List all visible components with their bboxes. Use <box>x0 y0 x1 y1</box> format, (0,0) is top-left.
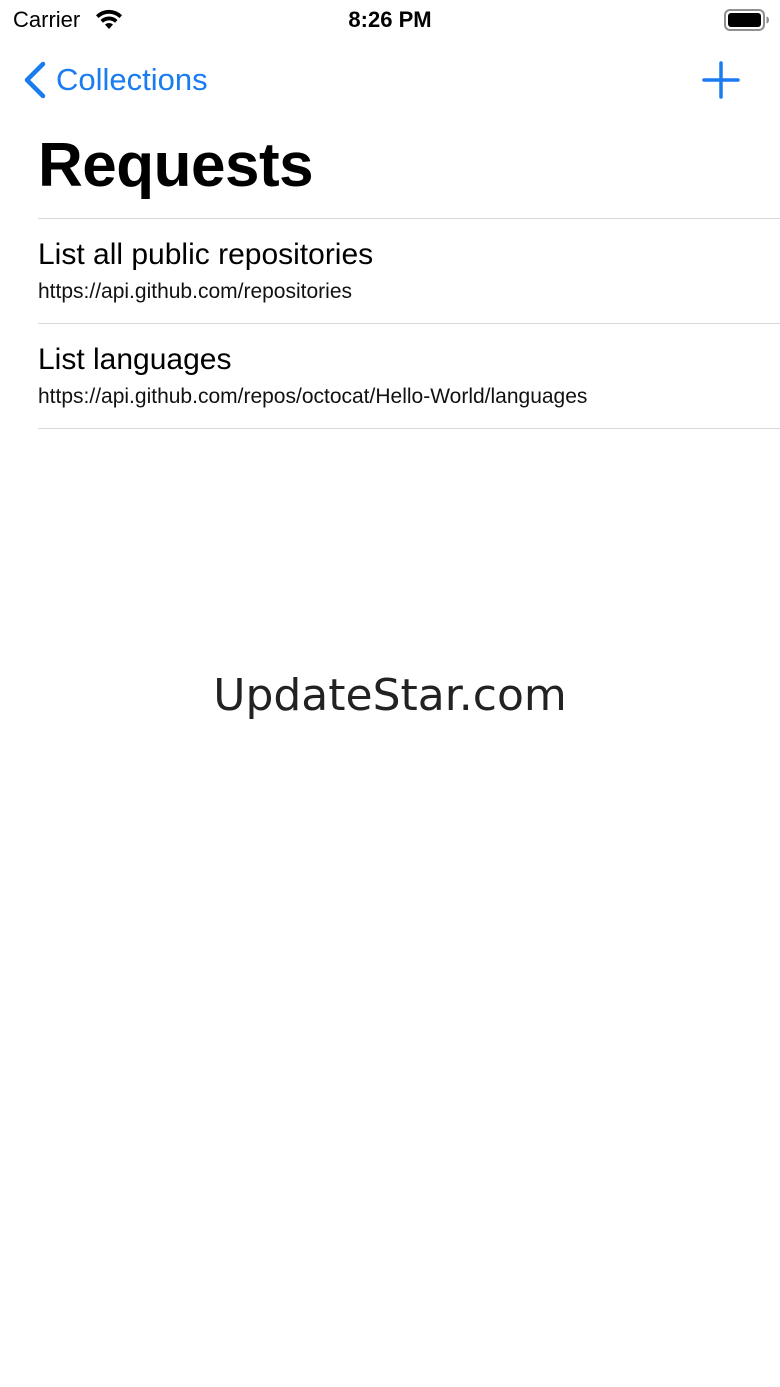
chevron-left-icon <box>24 61 46 99</box>
request-url: https://api.github.com/repos/octocat/Hel… <box>38 385 588 408</box>
back-button-label: Collections <box>56 62 208 97</box>
plus-icon[interactable] <box>702 61 740 99</box>
request-url: https://api.github.com/repositories <box>38 280 352 303</box>
status-bar: Carrier 8:26 PM <box>0 0 780 40</box>
request-list-item[interactable]: List all public repositories https://api… <box>38 219 780 323</box>
battery-full-icon <box>724 9 769 31</box>
navigation-bar: Collections <box>0 50 780 110</box>
page-title: Requests <box>38 131 314 200</box>
request-title: List all public repositories <box>38 238 374 271</box>
list-divider <box>38 428 780 429</box>
back-button[interactable]: Collections <box>22 58 208 102</box>
request-title: List languages <box>38 343 232 376</box>
status-time: 8:26 PM <box>348 7 432 32</box>
watermark-text: UpdateStar.com <box>213 670 567 721</box>
request-list: List all public repositories https://api… <box>38 218 780 429</box>
request-list-item[interactable]: List languages https://api.github.com/re… <box>38 324 780 428</box>
